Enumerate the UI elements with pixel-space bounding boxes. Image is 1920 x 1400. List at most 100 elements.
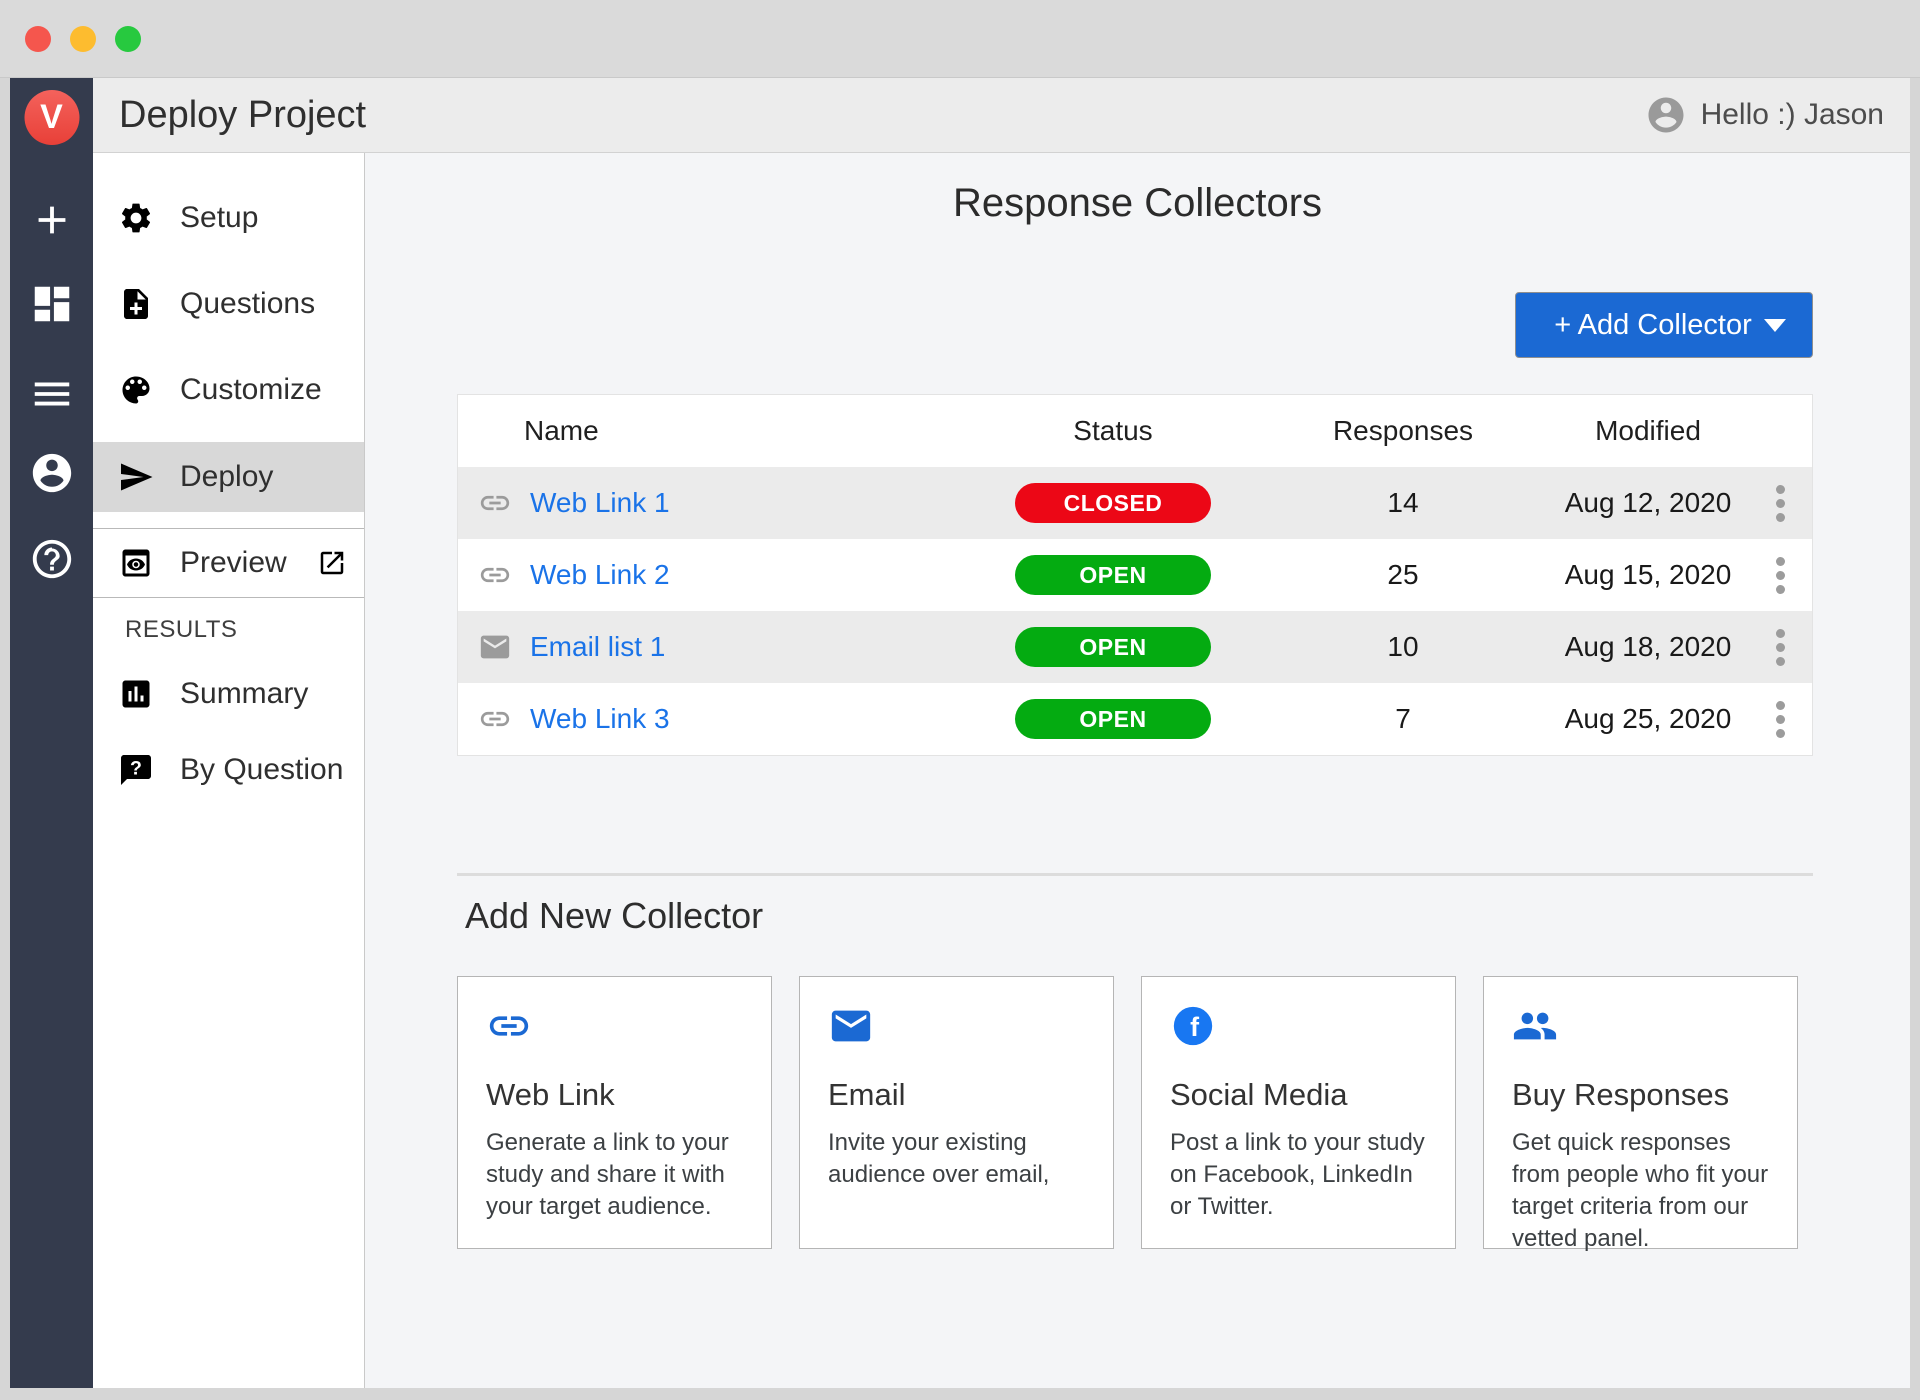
sidebar-item-label: Deploy xyxy=(180,460,273,494)
card-description: Get quick responses from people who fit … xyxy=(1512,1127,1769,1255)
sidebar-divider xyxy=(93,597,364,598)
close-button[interactable] xyxy=(25,26,51,52)
maximize-button[interactable] xyxy=(115,26,141,52)
gear-icon xyxy=(118,200,154,236)
collectors-table: Name Status Responses Modified Web Link … xyxy=(457,394,1813,756)
modified-date: Aug 12, 2020 xyxy=(1548,487,1748,519)
project-sidebar: Setup Questions Customize Deploy Pr xyxy=(93,153,365,1388)
row-menu-button[interactable] xyxy=(1770,623,1791,672)
table-row: Web Link 3 OPEN 7 Aug 25, 2020 xyxy=(458,683,1812,755)
add-collector-button[interactable]: + Add Collector xyxy=(1515,292,1813,358)
status-badge: OPEN xyxy=(1015,699,1211,739)
modified-date: Aug 18, 2020 xyxy=(1548,631,1748,663)
collector-type-card[interactable]: Buy Responses Get quick responses from p… xyxy=(1483,976,1798,1249)
sidebar-item-preview[interactable]: Preview xyxy=(93,529,364,597)
card-title: Email xyxy=(828,1077,1085,1113)
preview-eye-icon xyxy=(118,545,154,581)
email-icon xyxy=(478,630,512,664)
column-header-status: Status xyxy=(968,415,1258,447)
responses-count: 25 xyxy=(1258,559,1548,591)
email-icon xyxy=(828,1036,874,1053)
collector-type-card[interactable]: Web Link Generate a link to your study a… xyxy=(457,976,772,1249)
sidebar-item-questions[interactable]: Questions xyxy=(93,261,364,347)
sidebar-item-deploy[interactable]: Deploy xyxy=(93,442,364,512)
card-title: Buy Responses xyxy=(1512,1077,1769,1113)
collector-name-link[interactable]: Web Link 2 xyxy=(530,559,670,591)
link-icon xyxy=(478,702,512,736)
sidebar-item-label: Preview xyxy=(180,546,287,580)
menu-icon[interactable] xyxy=(29,371,75,417)
facebook-icon: f xyxy=(1170,1036,1216,1053)
add-icon[interactable] xyxy=(29,197,75,243)
section-heading: Response Collectors xyxy=(365,181,1910,226)
collector-table-body: Web Link 1 CLOSED 14 Aug 12, 2020 Web Li… xyxy=(458,467,1812,755)
add-collector-label: + Add Collector xyxy=(1542,309,1764,342)
column-header-responses: Responses xyxy=(1258,415,1548,447)
app-header: Deploy Project Hello :) Jason xyxy=(93,78,1910,153)
collector-type-card[interactable]: f Social Media Post a link to your study… xyxy=(1141,976,1456,1249)
column-header-name: Name xyxy=(458,415,968,447)
help-icon[interactable] xyxy=(29,536,75,582)
status-badge: OPEN xyxy=(1015,627,1211,667)
row-menu-button[interactable] xyxy=(1770,479,1791,528)
user-avatar-icon xyxy=(1645,94,1687,136)
collector-cards: Web Link Generate a link to your study a… xyxy=(457,976,1798,1249)
responses-count: 7 xyxy=(1258,703,1548,735)
row-menu-button[interactable] xyxy=(1770,695,1791,744)
account-icon[interactable] xyxy=(29,450,75,496)
open-in-new-icon xyxy=(317,548,347,578)
bar-chart-icon xyxy=(118,676,154,712)
results-section-label: RESULTS xyxy=(93,616,364,644)
link-icon xyxy=(478,486,512,520)
modified-date: Aug 25, 2020 xyxy=(1548,703,1748,735)
sidebar-item-by-question[interactable]: ? By Question xyxy=(93,732,364,808)
page-title: Deploy Project xyxy=(119,94,366,137)
card-description: Generate a link to your study and share … xyxy=(486,1127,743,1223)
column-header-modified: Modified xyxy=(1548,415,1748,447)
collector-name-link[interactable]: Email list 1 xyxy=(530,631,665,663)
status-badge: OPEN xyxy=(1015,555,1211,595)
responses-count: 10 xyxy=(1258,631,1548,663)
sidebar-item-setup[interactable]: Setup xyxy=(93,175,364,261)
people-icon xyxy=(1512,1036,1558,1053)
table-row: Email list 1 OPEN 10 Aug 18, 2020 xyxy=(458,611,1812,683)
sidebar-item-label: Setup xyxy=(180,201,258,235)
collector-name-link[interactable]: Web Link 1 xyxy=(530,487,670,519)
section-divider xyxy=(457,873,1813,876)
app-window: V Deploy Project Hello :) Jason xyxy=(10,78,1910,1388)
row-menu-button[interactable] xyxy=(1770,551,1791,600)
note-add-icon xyxy=(118,286,154,322)
collector-name-link[interactable]: Web Link 3 xyxy=(530,703,670,735)
card-description: Post a link to your study on Facebook, L… xyxy=(1170,1127,1427,1223)
minimize-button[interactable] xyxy=(70,26,96,52)
card-title: Web Link xyxy=(486,1077,743,1113)
card-title: Social Media xyxy=(1170,1077,1427,1113)
table-header-row: Name Status Responses Modified xyxy=(458,395,1812,467)
card-description: Invite your existing audience over email… xyxy=(828,1127,1085,1191)
question-bubble-icon: ? xyxy=(118,752,154,788)
link-icon xyxy=(486,1036,532,1053)
sidebar-item-label: Customize xyxy=(180,373,322,407)
icon-rail: V xyxy=(10,78,93,1388)
chevron-down-icon xyxy=(1764,319,1786,332)
sidebar-item-label: Questions xyxy=(180,287,315,321)
collector-type-card[interactable]: Email Invite your existing audience over… xyxy=(799,976,1114,1249)
svg-text:f: f xyxy=(1190,1012,1199,1042)
svg-text:?: ? xyxy=(130,758,142,780)
greeting-text: Hello :) Jason xyxy=(1701,98,1884,132)
responses-count: 14 xyxy=(1258,487,1548,519)
sidebar-item-label: By Question xyxy=(180,753,343,787)
dashboard-icon[interactable] xyxy=(29,281,75,327)
app-logo: V xyxy=(24,90,79,145)
window-titlebar xyxy=(0,0,1920,78)
palette-icon xyxy=(118,372,154,408)
sidebar-item-customize[interactable]: Customize xyxy=(93,347,364,433)
send-icon xyxy=(118,459,154,495)
link-icon xyxy=(478,558,512,592)
sidebar-item-label: Summary xyxy=(180,677,308,711)
sidebar-item-summary[interactable]: Summary xyxy=(93,656,364,732)
user-menu[interactable]: Hello :) Jason xyxy=(1645,94,1884,136)
modified-date: Aug 15, 2020 xyxy=(1548,559,1748,591)
table-row: Web Link 2 OPEN 25 Aug 15, 2020 xyxy=(458,539,1812,611)
main-content: Response Collectors + Add Collector Name… xyxy=(365,153,1910,1388)
